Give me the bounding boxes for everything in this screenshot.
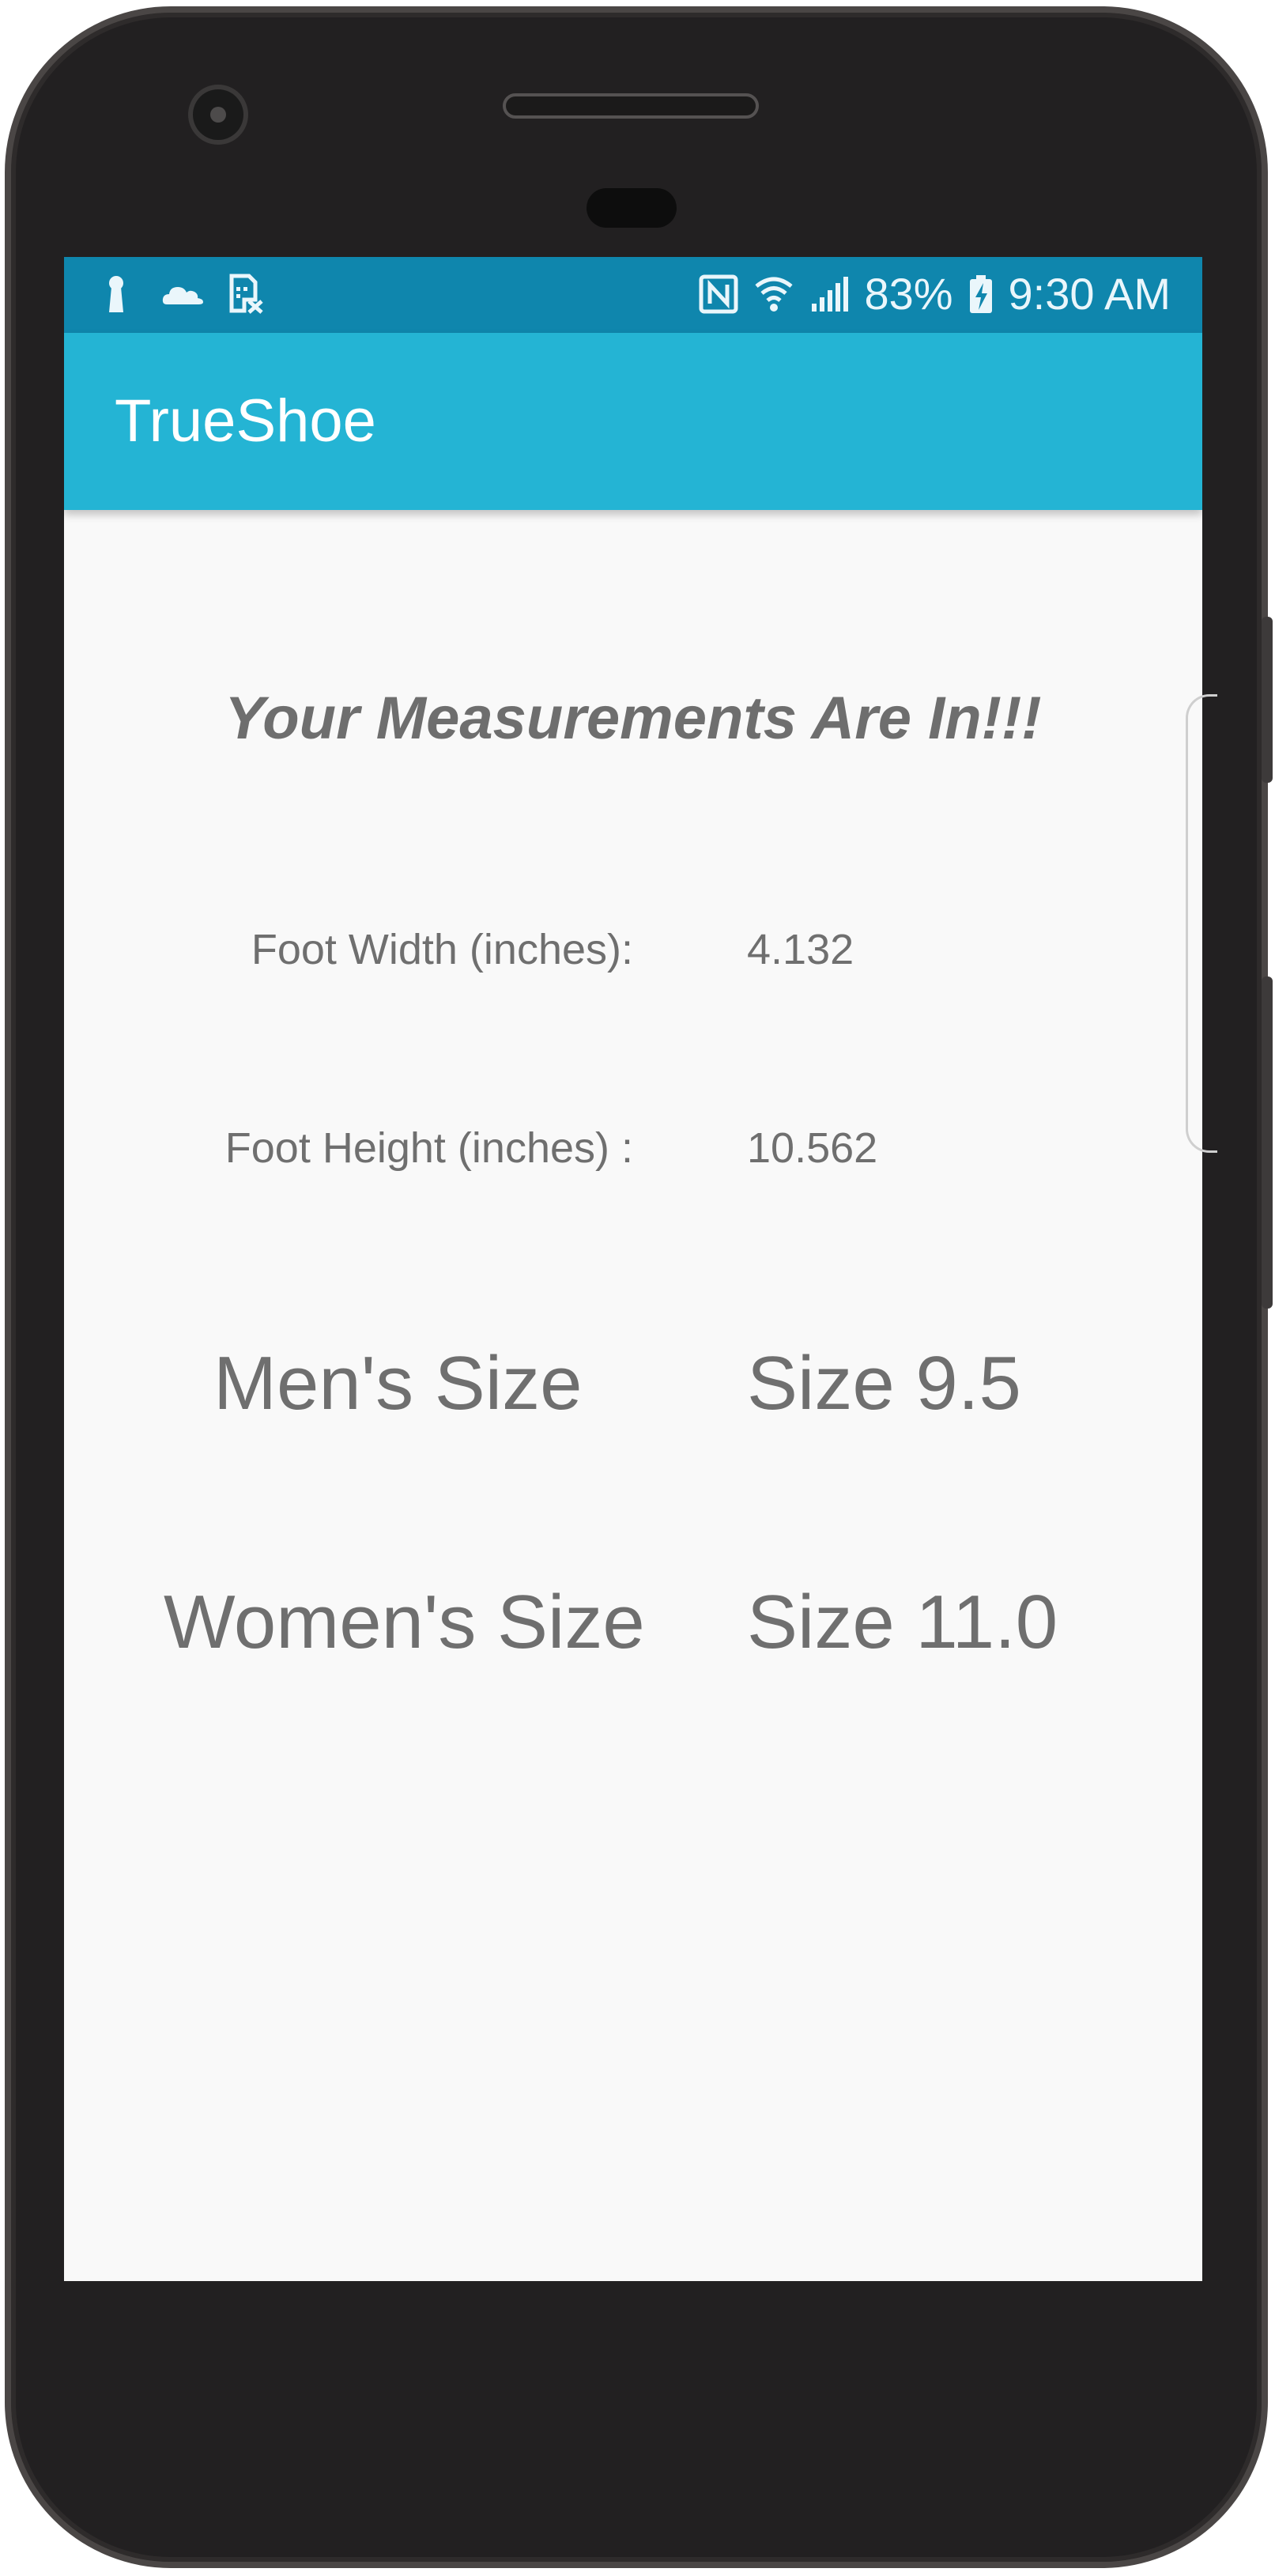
front-camera — [193, 89, 243, 140]
earpiece-speaker — [503, 93, 759, 119]
screen-edge-highlight — [1186, 694, 1217, 1153]
results-heading: Your Measurements Are In!!! — [224, 685, 1042, 752]
womens-size-value: Size 11.0 — [747, 1580, 1058, 1664]
screen: 83% 9:30 AM TrueShoe Your Measurements A… — [64, 257, 1202, 2281]
proximity-sensor — [587, 188, 677, 228]
keyhole-icon — [96, 273, 137, 314]
sim-card-icon — [225, 273, 266, 314]
foot-height-label: Foot Height (inches) : — [224, 1124, 633, 1172]
nfc-icon — [698, 274, 739, 315]
battery-charging-icon — [968, 274, 994, 315]
foot-height-value: 10.562 — [747, 1124, 878, 1172]
mens-size-value: Size 9.5 — [747, 1341, 1021, 1426]
status-left-icons — [96, 273, 266, 314]
foot-width-value: 4.132 — [747, 926, 854, 973]
page: 83% 9:30 AM TrueShoe Your Measurements A… — [0, 0, 1275, 2576]
app-bar: TrueShoe — [64, 333, 1202, 510]
app-title: TrueShoe — [115, 387, 376, 455]
wifi-icon — [753, 274, 794, 315]
mens-size-label: Men's Size — [213, 1341, 583, 1426]
status-right-icons: 83% 9:30 AM — [698, 268, 1171, 319]
status-bar: 83% 9:30 AM — [64, 257, 1202, 333]
womens-size-label: Women's Size — [164, 1580, 645, 1664]
power-button — [1262, 976, 1273, 1309]
volume-button — [1262, 617, 1273, 783]
signal-icon — [809, 274, 850, 315]
clock: 9:30 AM — [1008, 269, 1171, 319]
battery-percent: 83% — [864, 269, 953, 319]
foot-width-label: Foot Width (inches): — [251, 926, 633, 973]
cloud-icon — [160, 273, 203, 314]
